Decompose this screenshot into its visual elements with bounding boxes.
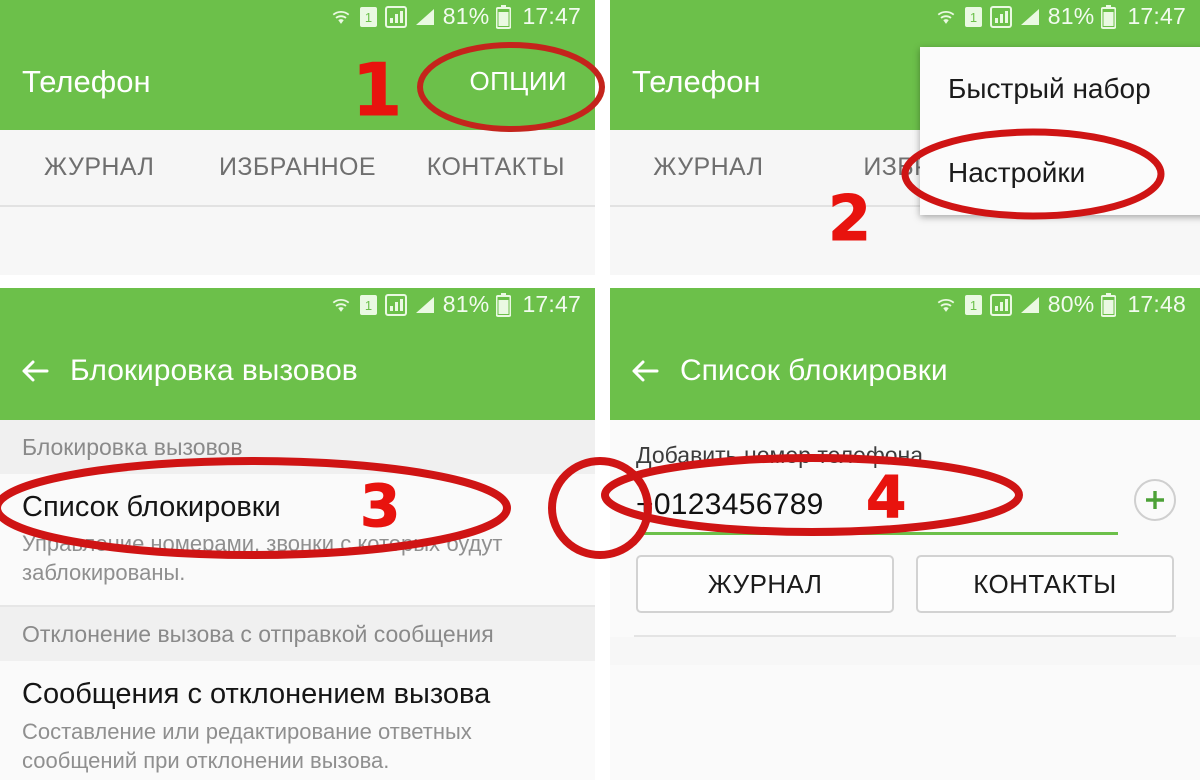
step-marker-2: 2: [827, 182, 872, 255]
sim-1-icon: 1: [964, 294, 983, 316]
wifi-icon: [330, 7, 352, 27]
add-number-label: Добавить номер телефона: [636, 442, 924, 468]
step-marker-4: 4: [865, 463, 907, 531]
battery-icon: [1101, 292, 1117, 317]
list-item-reject-messages[interactable]: Сообщения с отклонением вызова Составлен…: [0, 661, 595, 780]
signal-strength-icon: [414, 295, 436, 315]
wifi-icon: [935, 7, 957, 27]
status-bar: 1 81% 17:47: [0, 0, 595, 33]
list-item-subtitle: Управление номерами, звонки с которых бу…: [22, 531, 503, 586]
tab-journal[interactable]: ЖУРНАЛ: [0, 153, 198, 182]
signal-strength-icon: [414, 7, 436, 27]
tab-journal[interactable]: ЖУРНАЛ: [610, 153, 807, 182]
list-item-subtitle: Составление или редактирование ответных …: [22, 718, 472, 773]
battery-icon: [1101, 4, 1117, 29]
list-item-block-list[interactable]: Список блокировки Управление номерами, з…: [0, 474, 595, 606]
wifi-icon: [330, 295, 352, 315]
signal-bars-icon: [989, 5, 1012, 28]
step-marker-1: 1: [351, 48, 403, 132]
clock-label: 17:47: [522, 291, 581, 317]
signal-bars-icon: [384, 5, 407, 28]
sim-1-icon: 1: [359, 6, 378, 28]
list-item-title: Сообщения с отклонением вызова: [22, 678, 491, 711]
page-title: Телефон: [632, 63, 761, 99]
tab-favorites[interactable]: ИЗБРАННОЕ: [198, 153, 396, 182]
svg-text:1: 1: [970, 10, 977, 25]
menu-item-settings[interactable]: Настройки: [920, 131, 1200, 215]
status-bar: 1 80% 17:48: [610, 288, 1200, 321]
section-header-call-blocking: Блокировка вызовов: [0, 420, 595, 474]
battery-icon: [496, 292, 512, 317]
menu-item-speed-dial[interactable]: Быстрый набор: [920, 47, 1200, 131]
svg-text:1: 1: [365, 298, 372, 313]
panel-phone-app: 1 81% 17:47 Телефон ОПЦИИ ЖУРНАЛ ИЗБРАНН…: [0, 0, 595, 275]
battery-percent-label: 80%: [1047, 291, 1095, 317]
app-bar-call-blocking: Блокировка вызовов: [0, 321, 595, 420]
plus-icon[interactable]: [1134, 479, 1176, 521]
battery-percent-label: 81%: [442, 291, 490, 317]
back-arrow-icon[interactable]: [18, 354, 52, 388]
signal-strength-icon: [1019, 7, 1041, 27]
tab-contacts[interactable]: КОНТАКТЫ: [397, 153, 595, 182]
input-underline: [636, 532, 1118, 535]
list-empty-area: [610, 637, 1200, 665]
panel-options-menu: 1 81% 17:47 Телефон ЖУРНАЛ ИЗБРА Быстрый…: [610, 0, 1200, 275]
back-arrow-icon[interactable]: [628, 354, 662, 388]
clock-label: 17:47: [522, 3, 581, 29]
clock-label: 17:47: [1127, 3, 1186, 29]
svg-text:1: 1: [365, 10, 372, 25]
status-bar: 1 81% 17:47: [610, 0, 1200, 33]
app-bar-phone: Телефон ОПЦИИ: [0, 33, 595, 130]
sim-1-icon: 1: [964, 6, 983, 28]
signal-strength-icon: [1019, 295, 1041, 315]
page-title: Блокировка вызовов: [70, 353, 358, 387]
options-button[interactable]: ОПЦИИ: [469, 66, 573, 97]
panel-block-list: 1 80% 17:48 Список блокировки Добавить н…: [610, 288, 1200, 780]
status-bar: 1 81% 17:47: [0, 288, 595, 321]
battery-percent-label: 81%: [1047, 3, 1095, 29]
sim-1-icon: 1: [359, 294, 378, 316]
contacts-button[interactable]: КОНТАКТЫ: [916, 555, 1174, 613]
panel-call-blocking: 1 81% 17:47 Блокировка вызовов Блокировк…: [0, 288, 595, 780]
tab-bar: ЖУРНАЛ ИЗБРАННОЕ КОНТАКТЫ: [0, 130, 595, 207]
section-header-reject-message: Отклонение вызова с отправкой сообщения: [0, 607, 595, 662]
source-button-row: ЖУРНАЛ КОНТАКТЫ: [610, 535, 1200, 613]
options-dropdown-menu: Быстрый набор Настройки: [920, 47, 1200, 215]
signal-bars-icon: [384, 293, 407, 316]
step-marker-3: 3: [359, 472, 401, 540]
battery-icon: [496, 4, 512, 29]
page-title: Список блокировки: [680, 353, 948, 387]
screenshot-collage: 1 81% 17:47 Телефон ОПЦИИ ЖУРНАЛ ИЗБРАНН…: [0, 0, 1200, 780]
tab-content-empty: [0, 207, 595, 275]
svg-text:1: 1: [970, 298, 977, 313]
signal-bars-icon: [989, 293, 1012, 316]
clock-label: 17:48: [1127, 291, 1186, 317]
journal-button[interactable]: ЖУРНАЛ: [636, 555, 894, 613]
page-title: Телефон: [22, 63, 151, 99]
list-item-title: Список блокировки: [22, 491, 281, 523]
wifi-icon: [935, 295, 957, 315]
tab-content-empty: [610, 207, 1200, 275]
app-bar-block-list: Список блокировки: [610, 321, 1200, 420]
battery-percent-label: 81%: [442, 3, 490, 29]
